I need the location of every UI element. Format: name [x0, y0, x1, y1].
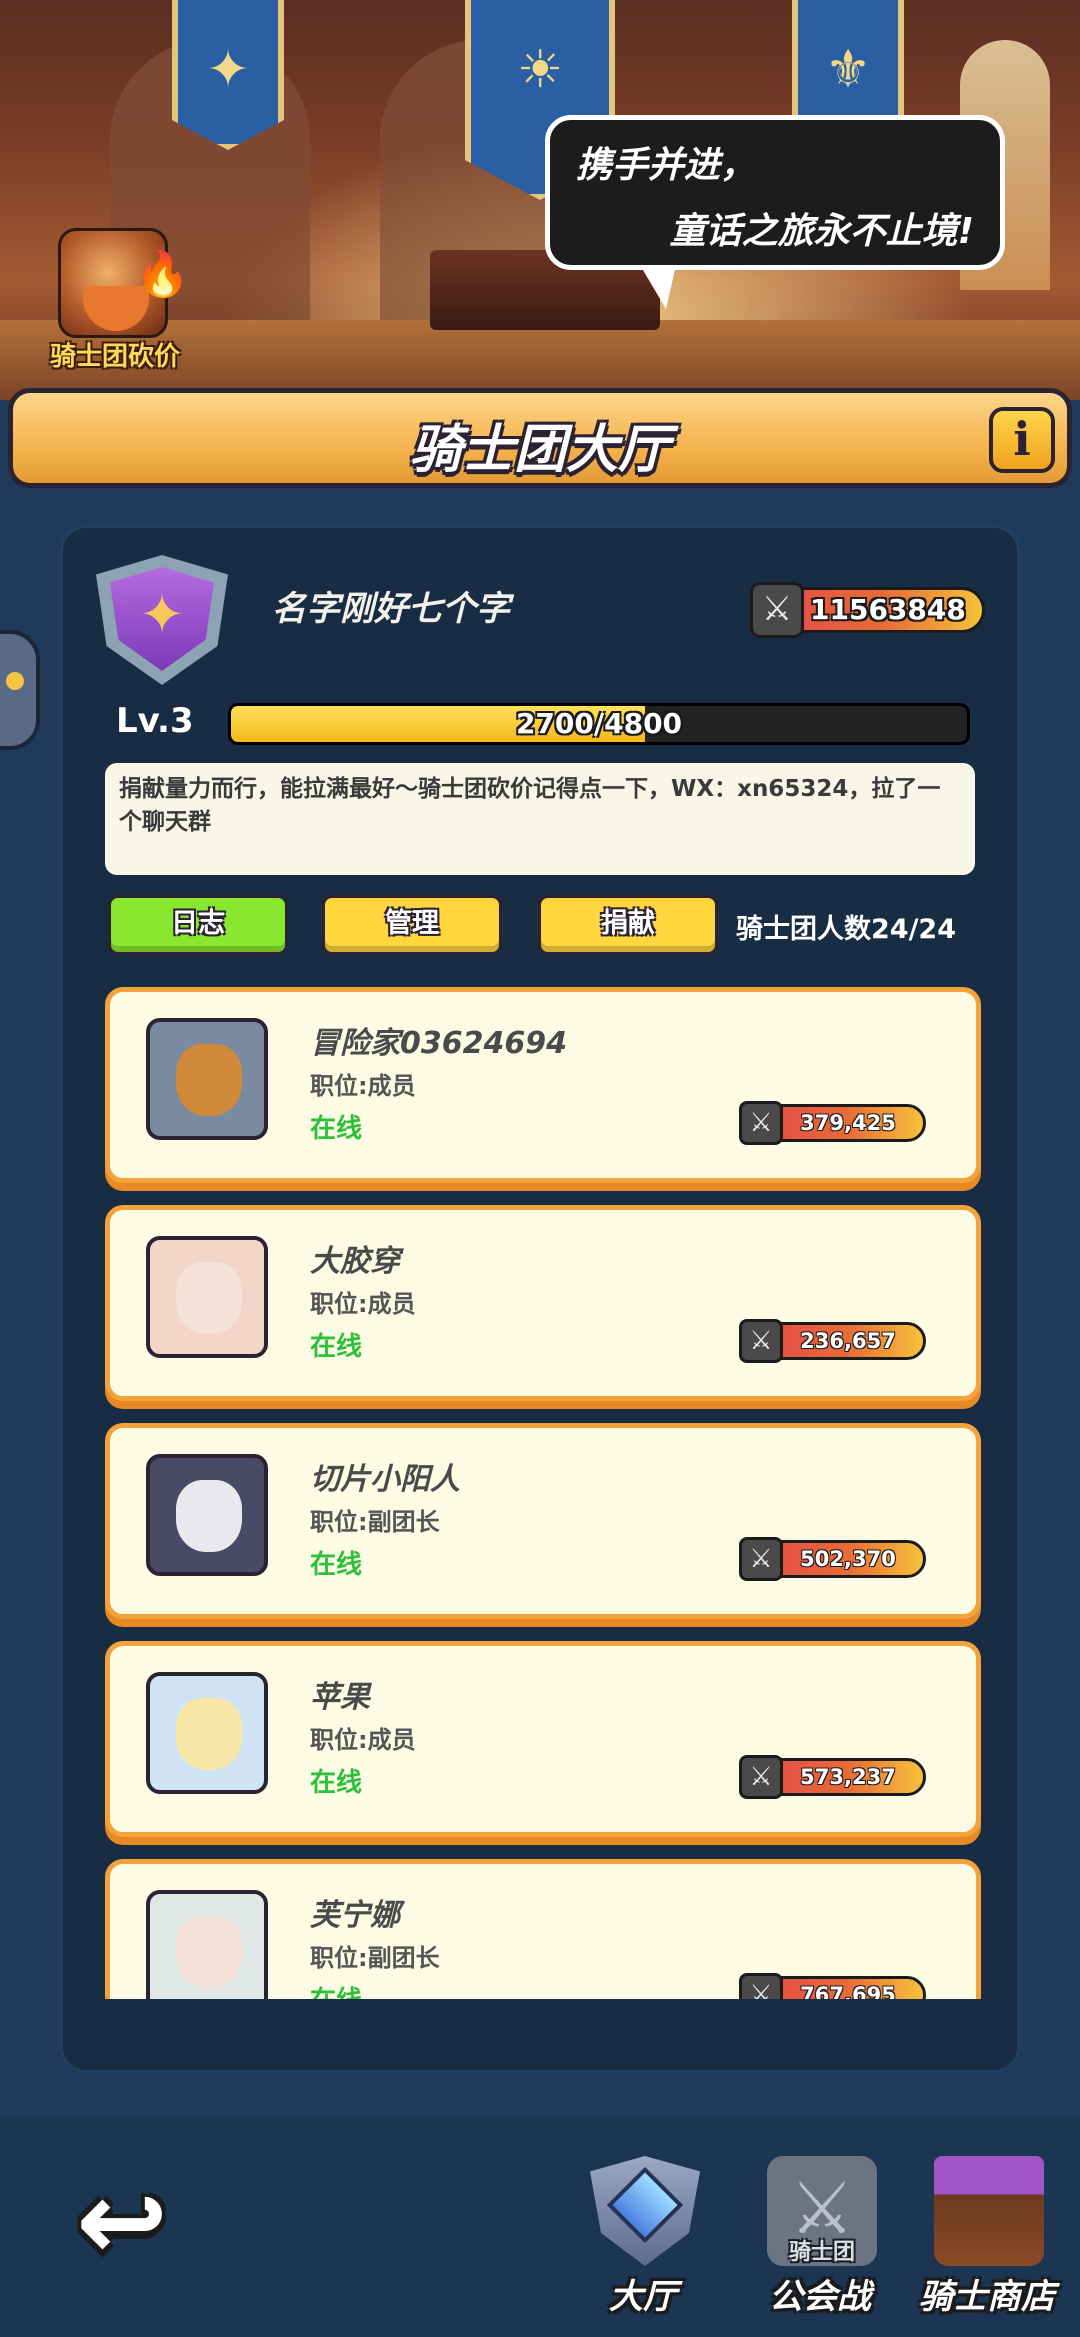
title-bar: 骑士团大厅 i: [8, 388, 1072, 488]
guild-power-value: 11563848: [810, 593, 966, 626]
member-card[interactable]: 芙宁娜 职位:副团长 在线 ⚔ 767,695: [105, 1859, 981, 1999]
member-power-value: 379,425: [800, 1111, 896, 1135]
member-power-value: 236,657: [800, 1329, 896, 1353]
shield-icon: [590, 2156, 700, 2266]
side-character-peek: [0, 630, 40, 750]
member-card[interactable]: 大胶穿 职位:成员 在线 ⚔ 236,657: [105, 1205, 981, 1401]
member-card[interactable]: 苹果 职位:成员 在线 ⚔ 573,237: [105, 1641, 981, 1837]
tab-donate[interactable]: 捐献: [538, 895, 718, 955]
nav-war-sub-label: 骑士团: [788, 2240, 855, 2265]
member-power: ⚔ 573,237: [739, 1755, 926, 1799]
star-emblem-icon: ✦: [206, 40, 250, 100]
member-power: ⚔ 767,695: [739, 1973, 926, 1999]
shop-stall-icon: [934, 2156, 1044, 2266]
member-count: 骑士团人数24/24: [736, 914, 957, 945]
guild-emblem-icon: ✦: [96, 555, 228, 685]
info-button[interactable]: i: [989, 407, 1055, 473]
back-arrow-icon[interactable]: ↩: [76, 2166, 206, 2276]
member-role: 职位:副团长: [310, 1944, 440, 1972]
crossed-swords-icon: ⚔: [739, 1537, 783, 1581]
fleur-de-lis-icon: ⚜: [824, 40, 872, 100]
member-role: 职位:副团长: [310, 1508, 440, 1536]
member-power-value: 502,370: [800, 1547, 896, 1571]
crossed-swords-icon: ⚔: [750, 582, 804, 638]
member-role: 职位:成员: [310, 1726, 416, 1754]
flame-icon: 🔥: [135, 249, 190, 300]
guild-level: Lv.3: [116, 701, 194, 741]
guild-name: 名字刚好七个字: [272, 589, 510, 629]
compass-star-icon: ✦: [110, 567, 214, 671]
crossed-swords-icon: ⚔: [739, 1101, 783, 1145]
crossed-swords-icon: 骑士团: [767, 2156, 877, 2266]
lion-emblem-icon: ☀: [516, 40, 564, 100]
guild-power: ⚔ 11563848: [750, 582, 985, 638]
tab-log[interactable]: 日志: [108, 895, 288, 955]
avatar: [146, 1890, 268, 1999]
guild-notice: 捐献量力而行，能拉满最好～骑士团砍价记得点一下，WX：xn65324，拉了一个聊…: [105, 763, 975, 875]
member-power: ⚔ 379,425: [739, 1101, 926, 1145]
crossed-swords-icon: ⚔: [739, 1755, 783, 1799]
gem-icon: [606, 2166, 684, 2244]
nav-war-label: 公会战: [769, 2277, 871, 2317]
member-name: 切片小阳人: [310, 1462, 460, 1497]
member-name: 冒险家03624694: [310, 1026, 567, 1061]
member-list[interactable]: 冒险家03624694 职位:成员 在线 ⚔ 379,425 大胶穿 职位:成员…: [105, 987, 985, 1999]
guild-panel: ✦ 名字刚好七个字 ⚔ 11563848 Lv.3 2700/4800 捐献量力…: [60, 525, 1020, 2073]
member-role: 职位:成员: [310, 1290, 416, 1318]
speech-line-1: 携手并进，: [576, 145, 757, 186]
avatar-face: [176, 1480, 242, 1552]
hall-scene: ✦ ☀ ⚜ 携手并进， 童话之旅永不止境! 🔥 骑士团砍价: [0, 0, 1080, 400]
member-status: 在线: [310, 1114, 363, 1144]
member-name: 苹果: [310, 1680, 370, 1715]
member-power-value: 573,237: [800, 1765, 896, 1789]
knight-bargain-button[interactable]: 🔥 骑士团砍价: [40, 228, 190, 373]
avatar-face: [176, 1262, 242, 1334]
member-status: 在线: [310, 1980, 362, 1999]
crossed-swords-icon: ⚔: [739, 1319, 783, 1363]
tab-manage[interactable]: 管理: [322, 895, 502, 955]
hanging-banner: ✦: [172, 0, 284, 150]
guild-exp-bar: 2700/4800: [228, 703, 970, 745]
nav-guild-war[interactable]: 骑士团 公会战: [745, 2156, 895, 2326]
page-title: 骑士团大厅: [409, 420, 670, 480]
member-card[interactable]: 切片小阳人 职位:副团长 在线 ⚔ 502,370: [105, 1423, 981, 1619]
member-power: ⚔ 502,370: [739, 1537, 926, 1581]
nav-hall[interactable]: 大厅: [568, 2156, 718, 2326]
crossed-swords-icon: ⚔: [739, 1973, 783, 1999]
nav-knight-shop[interactable]: 骑士商店: [912, 2156, 1062, 2326]
bottom-nav: ↩ 大厅 骑士团 公会战 骑士商店: [0, 2116, 1080, 2337]
member-power-value: 767,695: [800, 1983, 896, 1999]
nav-hall-label: 大厅: [609, 2277, 677, 2317]
speech-line-2: 童话之旅永不止境!: [669, 211, 974, 252]
member-power: ⚔ 236,657: [739, 1319, 926, 1363]
bargain-label: 骑士团砍价: [49, 342, 180, 372]
member-card[interactable]: 冒险家03624694 职位:成员 在线 ⚔ 379,425: [105, 987, 981, 1183]
speech-bubble: 携手并进， 童话之旅永不止境!: [545, 115, 1005, 309]
guild-exp-text: 2700/4800: [515, 707, 683, 740]
member-name: 大胶穿: [310, 1244, 400, 1279]
member-status: 在线: [310, 1550, 363, 1580]
member-name: 芙宁娜: [310, 1898, 400, 1933]
member-status: 在线: [310, 1768, 363, 1798]
avatar: [146, 1672, 268, 1794]
member-role: 职位:成员: [310, 1072, 416, 1100]
nav-shop-label: 骑士商店: [919, 2277, 1055, 2317]
member-status: 在线: [310, 1332, 363, 1362]
avatar-face: [176, 1044, 242, 1116]
avatar-face: [176, 1698, 242, 1770]
avatar: [146, 1236, 268, 1358]
avatar: [146, 1454, 268, 1576]
avatar: [146, 1018, 268, 1140]
avatar-face: [176, 1916, 242, 1988]
